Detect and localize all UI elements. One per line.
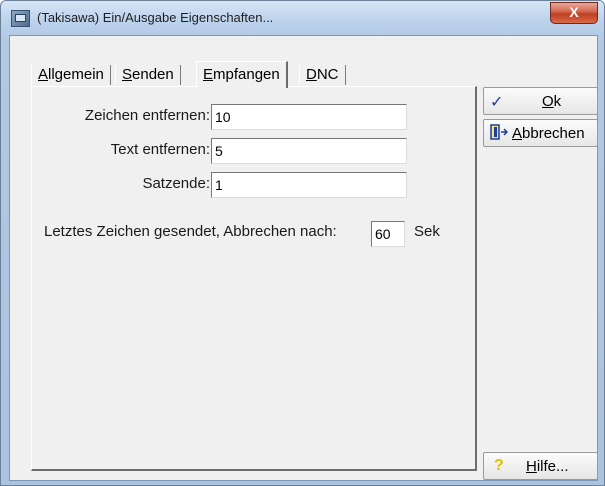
text-entfernen-input[interactable]: 5: [211, 138, 407, 164]
help-mnemonic: H: [526, 458, 537, 475]
cancel-label: bbrechen: [522, 125, 585, 142]
dialog-client: Allgemein Senden Empfangen DNC Zeichen e…: [9, 35, 598, 481]
cancel-mnemonic: A: [512, 125, 523, 142]
tab-empfangen-label: mpfangen: [213, 66, 280, 83]
timeout-unit: Sek: [414, 223, 440, 240]
satzende-input[interactable]: 1: [211, 172, 407, 198]
text-entfernen-label: Text entfernen:: [110, 141, 210, 158]
satzende-label: Satzende:: [142, 175, 210, 192]
zeichen-entfernen-label: Zeichen entfernen:: [84, 107, 210, 124]
tab-panel-empfangen: Zeichen entfernen: 10 Text entfernen: 5 …: [31, 86, 477, 471]
tab-allgemein-mnemonic: A: [38, 66, 49, 83]
tab-dnc-label: NC: [316, 66, 339, 83]
tab-allgemein[interactable]: Allgemein: [31, 65, 111, 85]
window-title: (Takisawa) Ein/Ausgabe Eigenschaften...: [37, 10, 274, 25]
zeichen-entfernen-input[interactable]: 10: [211, 104, 407, 130]
app-icon: [11, 10, 30, 27]
tab-empfangen-mnemonic: E: [203, 66, 214, 83]
title-bar[interactable]: (Takisawa) Ein/Ausgabe Eigenschaften... …: [1, 1, 604, 35]
ok-mnemonic: O: [542, 93, 554, 110]
tab-empfangen[interactable]: Empfangen: [196, 61, 288, 88]
tab-allgemein-label: llgemein: [48, 66, 104, 83]
tab-dnc[interactable]: DNC: [299, 65, 346, 85]
dialog-window: (Takisawa) Ein/Ausgabe Eigenschaften... …: [0, 0, 605, 486]
help-button[interactable]: ? Hilfe...: [483, 452, 598, 480]
question-mark-icon: ?: [494, 457, 504, 474]
tab-dnc-mnemonic: D: [306, 66, 317, 83]
help-label: ilfe...: [536, 458, 569, 475]
tab-senden[interactable]: Senden: [115, 65, 181, 85]
ok-label: k: [553, 93, 562, 110]
ok-button[interactable]: ✓ Ok: [483, 87, 598, 115]
timeout-input[interactable]: 60: [371, 221, 405, 247]
tab-senden-label: enden: [132, 66, 174, 83]
timeout-label: Letztes Zeichen gesendet, Abbrechen nach…: [44, 223, 337, 240]
close-button[interactable]: X: [550, 2, 598, 24]
cancel-button[interactable]: Abbrechen: [483, 119, 598, 147]
exit-door-icon: [490, 124, 509, 145]
checkmark-icon: ✓: [490, 94, 504, 111]
tab-senden-mnemonic: S: [122, 66, 133, 83]
